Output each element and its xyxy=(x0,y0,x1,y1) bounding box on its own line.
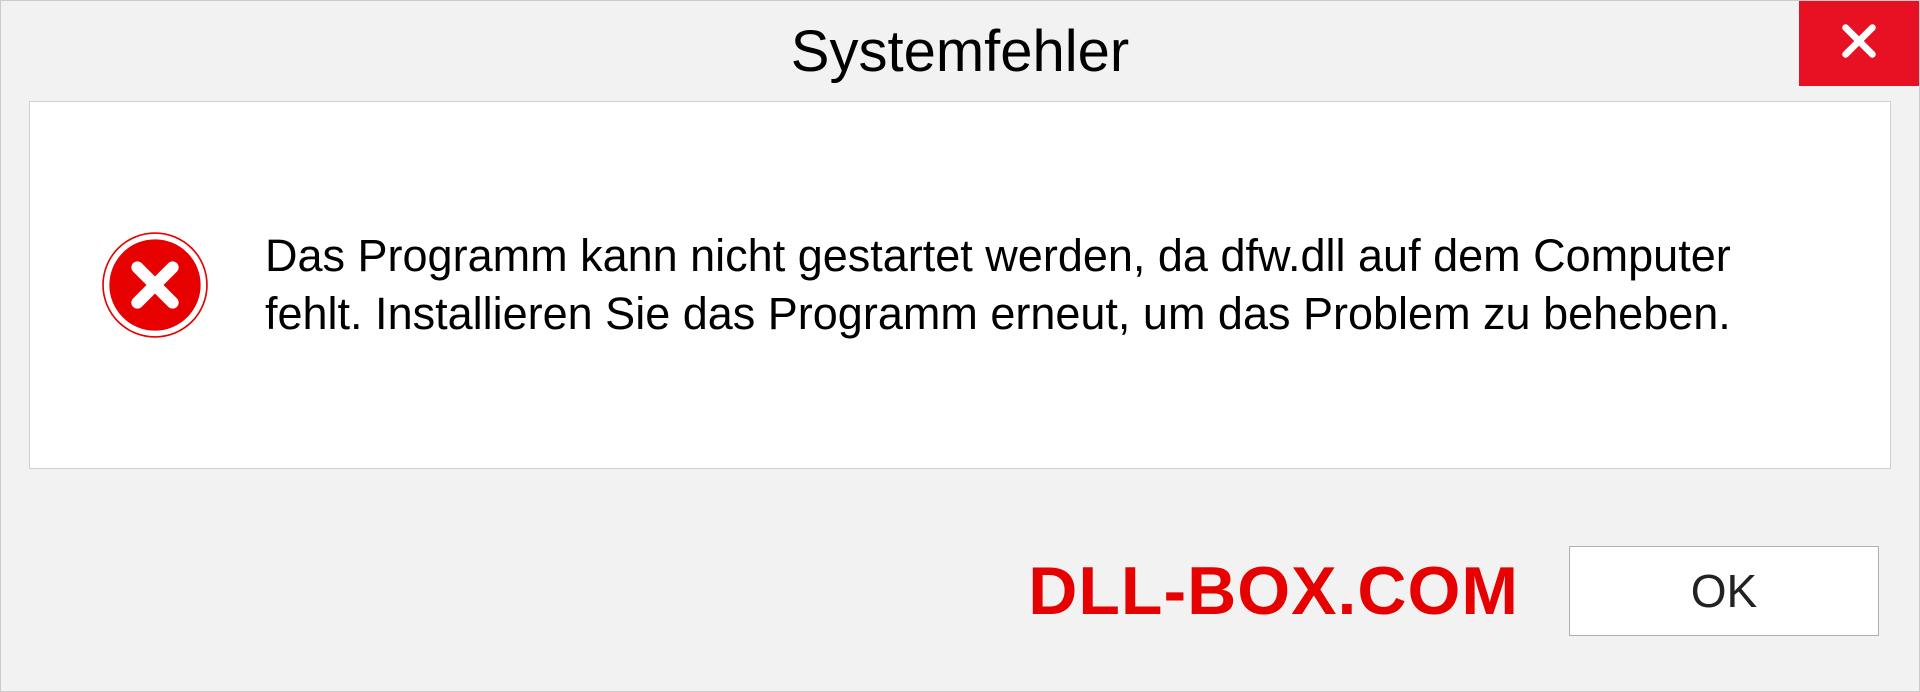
error-icon xyxy=(100,230,210,340)
system-error-dialog: Systemfehler Das Programm kann nicht ges… xyxy=(0,0,1920,692)
dialog-title: Systemfehler xyxy=(791,18,1129,85)
ok-button[interactable]: OK xyxy=(1569,546,1879,636)
titlebar: Systemfehler xyxy=(1,1,1919,101)
dialog-footer: DLL-BOX.COM OK xyxy=(1,491,1919,691)
close-button[interactable] xyxy=(1799,1,1919,86)
content-box: Das Programm kann nicht gestartet werden… xyxy=(29,101,1891,469)
close-icon xyxy=(1836,18,1882,69)
error-message: Das Programm kann nicht gestartet werden… xyxy=(265,227,1820,344)
watermark-text: DLL-BOX.COM xyxy=(1028,552,1519,630)
